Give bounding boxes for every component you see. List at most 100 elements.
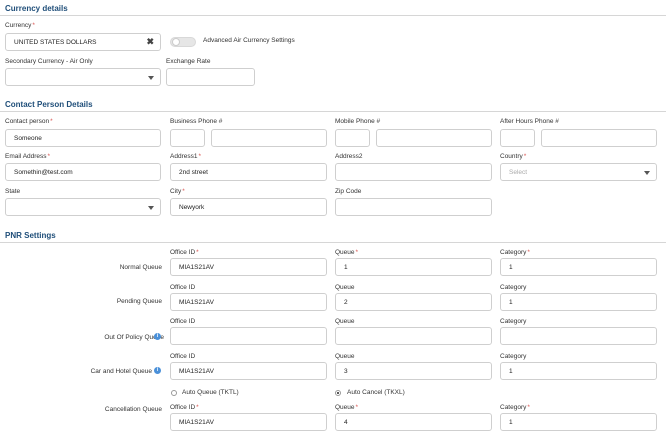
- auto-cancel-label: Auto Cancel (TKXL): [347, 389, 405, 396]
- oop-office-input[interactable]: [170, 327, 327, 345]
- address1-input[interactable]: 2nd street: [170, 163, 327, 181]
- pending-office-value: MIA1S21AV: [179, 298, 214, 306]
- pnr-section-divider: [0, 242, 666, 243]
- pending-queue-input[interactable]: 2: [335, 293, 492, 311]
- chevron-down-icon: [148, 206, 154, 210]
- business-phone-number-input[interactable]: [211, 129, 327, 147]
- advanced-currency-label: Advanced Air Currency Settings: [203, 37, 295, 44]
- email-input[interactable]: Somethin@test.com: [5, 163, 161, 181]
- mobile-phone-number-input[interactable]: [376, 129, 492, 147]
- clear-icon[interactable]: ✖: [146, 37, 154, 48]
- email-label: Email Address*: [5, 153, 51, 160]
- normal-category-value: 1: [509, 263, 513, 271]
- after-hours-number-input[interactable]: [541, 129, 657, 147]
- address1-label: Address1*: [170, 153, 201, 160]
- mobile-phone-code-input[interactable]: [335, 129, 370, 147]
- normal-office-value: MIA1S21AV: [179, 263, 214, 271]
- carhotel-category-input[interactable]: 1: [500, 362, 657, 380]
- state-select[interactable]: [5, 198, 161, 216]
- info-icon[interactable]: i: [154, 333, 161, 340]
- email-value: Somethin@test.com: [14, 168, 73, 176]
- carhotel-office-label: Office ID: [170, 353, 196, 360]
- info-icon[interactable]: i: [154, 367, 161, 374]
- country-label: Country*: [500, 153, 527, 160]
- cancellation-queue-row-label: Cancellation Queue: [104, 406, 162, 413]
- advanced-currency-toggle[interactable]: [170, 37, 196, 47]
- carhotel-office-value: MIA1S21AV: [179, 367, 214, 375]
- cancel-category-value: 1: [509, 418, 513, 426]
- zip-code-label: Zip Code: [335, 188, 362, 195]
- state-label: State: [5, 188, 21, 195]
- auto-queue-radio[interactable]: [171, 390, 177, 396]
- carhotel-category-label: Category: [500, 353, 527, 360]
- city-value: Newyork: [179, 203, 205, 211]
- normal-queue-row-label: Normal Queue: [119, 264, 162, 271]
- after-hours-phone-label: After Hours Phone #: [500, 118, 559, 125]
- pending-queue-value: 2: [344, 298, 348, 306]
- cancel-queue-label: Queue*: [335, 404, 359, 411]
- pending-category-value: 1: [509, 298, 513, 306]
- cancel-category-label: Category*: [500, 404, 530, 411]
- pending-category-label: Category: [500, 284, 527, 291]
- oop-category-input[interactable]: [500, 327, 657, 345]
- exchange-rate-input[interactable]: [166, 68, 255, 86]
- secondary-currency-label: Secondary Currency - Air Only: [5, 58, 93, 65]
- city-label: City*: [170, 188, 185, 195]
- normal-office-input[interactable]: MIA1S21AV: [170, 258, 327, 276]
- pending-office-label: Office ID: [170, 284, 196, 291]
- normal-queue-label: Queue*: [335, 249, 359, 256]
- oop-queue-input[interactable]: [335, 327, 492, 345]
- normal-queue-value: 1: [344, 263, 348, 271]
- pending-category-input[interactable]: 1: [500, 293, 657, 311]
- cancel-queue-value: 4: [344, 418, 348, 426]
- contact-person-label: Contact person*: [5, 118, 53, 125]
- carhotel-queue-label: Queue: [335, 353, 355, 360]
- oop-queue-label: Queue: [335, 318, 355, 325]
- zip-code-input[interactable]: [335, 198, 492, 216]
- cancel-queue-input[interactable]: 4: [335, 413, 492, 431]
- oop-office-label: Office ID: [170, 318, 196, 325]
- toggle-knob: [172, 38, 180, 46]
- mobile-phone-label: Mobile Phone #: [335, 118, 381, 125]
- city-input[interactable]: Newyork: [170, 198, 327, 216]
- currency-select[interactable]: UNITED STATES DOLLARS ✖: [5, 33, 161, 51]
- address1-value: 2nd street: [179, 168, 208, 176]
- pending-queue-label: Queue: [335, 284, 355, 291]
- normal-office-label: Office ID*: [170, 249, 199, 256]
- cancel-category-input[interactable]: 1: [500, 413, 657, 431]
- currency-value: UNITED STATES DOLLARS: [14, 38, 97, 46]
- cancel-office-value: MIA1S21AV: [179, 418, 214, 426]
- secondary-currency-select[interactable]: [5, 68, 161, 86]
- currency-section-divider: [0, 15, 666, 16]
- auto-queue-label: Auto Queue (TKTL): [182, 389, 239, 396]
- pending-office-input[interactable]: MIA1S21AV: [170, 293, 327, 311]
- pnr-section-title: PNR Settings: [5, 231, 56, 240]
- currency-section-title: Currency details: [5, 4, 68, 13]
- address2-input[interactable]: [335, 163, 492, 181]
- business-phone-code-input[interactable]: [170, 129, 205, 147]
- normal-queue-input[interactable]: 1: [335, 258, 492, 276]
- auto-cancel-radio[interactable]: [335, 390, 341, 396]
- chevron-down-icon: [644, 171, 650, 175]
- contact-section-divider: [0, 111, 666, 112]
- business-phone-label: Business Phone #: [170, 118, 223, 125]
- oop-category-label: Category: [500, 318, 527, 325]
- currency-label: Currency*: [5, 22, 35, 29]
- contact-person-input[interactable]: Someone: [5, 129, 161, 147]
- carhotel-queue-value: 3: [344, 367, 348, 375]
- cancel-office-input[interactable]: MIA1S21AV: [170, 413, 327, 431]
- after-hours-code-input[interactable]: [500, 129, 535, 147]
- normal-category-input[interactable]: 1: [500, 258, 657, 276]
- contact-person-value: Someone: [14, 134, 42, 142]
- country-select[interactable]: Select: [500, 163, 657, 181]
- carhotel-queue-input[interactable]: 3: [335, 362, 492, 380]
- carhotel-category-value: 1: [509, 367, 513, 375]
- carhotel-office-input[interactable]: MIA1S21AV: [170, 362, 327, 380]
- normal-category-label: Category*: [500, 249, 530, 256]
- cancel-office-label: Office ID*: [170, 404, 199, 411]
- chevron-down-icon: [148, 76, 154, 80]
- exchange-rate-label: Exchange Rate: [166, 58, 211, 65]
- address2-label: Address2: [335, 153, 363, 160]
- pending-queue-row-label: Pending Queue: [116, 298, 162, 305]
- carhotel-queue-row-label: Car and Hotel Queue: [90, 368, 152, 375]
